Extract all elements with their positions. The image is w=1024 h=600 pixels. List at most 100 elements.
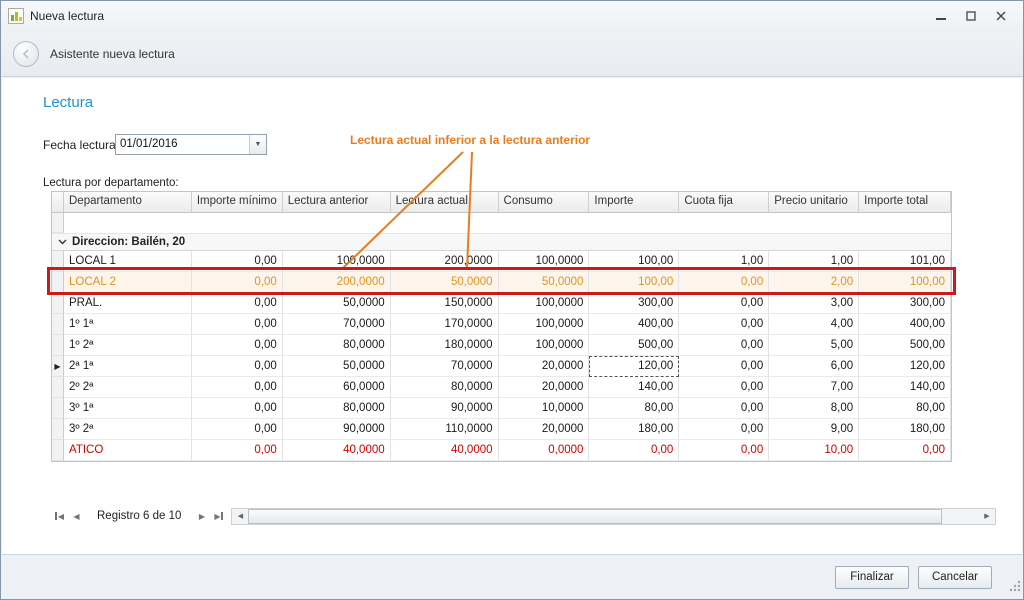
cell[interactable]: 9,00 xyxy=(769,419,859,440)
cell[interactable]: 7,00 xyxy=(769,377,859,398)
grid-group-row[interactable]: Direccion: Bailén, 20 xyxy=(52,234,951,251)
column-header-7[interactable]: Cuota fija xyxy=(679,192,769,213)
minimize-button[interactable] xyxy=(926,5,956,27)
cell[interactable]: 1º 1ª xyxy=(64,314,192,335)
cell[interactable]: 0,00 xyxy=(192,251,283,272)
cell[interactable]: 70,0000 xyxy=(283,314,391,335)
cell[interactable]: 90,0000 xyxy=(283,419,391,440)
column-header-1[interactable]: Departamento xyxy=(64,192,192,213)
cell[interactable]: 200,0000 xyxy=(283,272,391,293)
cell[interactable]: 0,00 xyxy=(679,440,769,461)
horizontal-scrollbar[interactable]: ◀ ▶ xyxy=(231,508,996,525)
cell[interactable]: 0,00 xyxy=(679,377,769,398)
cell[interactable]: 400,00 xyxy=(859,314,951,335)
cell[interactable]: 0,00 xyxy=(679,335,769,356)
column-header-5[interactable]: Consumo xyxy=(499,192,590,213)
cell[interactable]: 70,0000 xyxy=(391,356,499,377)
fecha-lectura-value[interactable]: 01/01/2016 xyxy=(116,135,249,154)
cell[interactable]: 0,00 xyxy=(679,356,769,377)
cell[interactable]: 100,0000 xyxy=(499,314,590,335)
cell[interactable]: 2ª 1ª xyxy=(64,356,192,377)
cell[interactable]: 50,0000 xyxy=(283,293,391,314)
cell[interactable]: 0,00 xyxy=(589,440,679,461)
first-record-button[interactable]: ◀ xyxy=(51,508,68,524)
cell[interactable]: 180,0000 xyxy=(391,335,499,356)
close-button[interactable] xyxy=(986,5,1016,27)
cell[interactable]: 100,0000 xyxy=(499,251,590,272)
cell[interactable]: 20,0000 xyxy=(499,419,590,440)
cell[interactable]: 50,0000 xyxy=(391,272,499,293)
cell[interactable]: PRAL. xyxy=(64,293,192,314)
cell[interactable]: 0,00 xyxy=(192,272,283,293)
cell[interactable]: 2,00 xyxy=(769,272,859,293)
cell[interactable]: 400,00 xyxy=(589,314,679,335)
cell[interactable]: 1,00 xyxy=(769,251,859,272)
cell[interactable]: 8,00 xyxy=(769,398,859,419)
cell[interactable]: 50,0000 xyxy=(283,356,391,377)
table-row[interactable]: 1º 1ª0,0070,0000170,0000100,0000400,000,… xyxy=(52,314,951,335)
cancelar-button[interactable]: Cancelar xyxy=(918,566,992,589)
cell[interactable]: 100,00 xyxy=(589,272,679,293)
cell[interactable]: 100,0000 xyxy=(499,293,590,314)
cell[interactable]: 90,0000 xyxy=(391,398,499,419)
cell[interactable]: 0,00 xyxy=(679,293,769,314)
cell[interactable]: 3º 1ª xyxy=(64,398,192,419)
cell[interactable]: 0,0000 xyxy=(499,440,590,461)
fecha-lectura-input[interactable]: 01/01/2016 ▼ xyxy=(115,134,267,155)
table-row[interactable]: ATICO0,0040,000040,00000,00000,000,0010,… xyxy=(52,440,951,461)
cell[interactable]: 5,00 xyxy=(769,335,859,356)
scroll-right-icon[interactable]: ▶ xyxy=(979,509,995,524)
cell[interactable]: 180,00 xyxy=(589,419,679,440)
cell[interactable]: 180,00 xyxy=(859,419,951,440)
table-row[interactable]: 3º 2ª0,0090,0000110,000020,0000180,000,0… xyxy=(52,419,951,440)
column-header-3[interactable]: Lectura anterior xyxy=(283,192,391,213)
cell[interactable]: 60,0000 xyxy=(283,377,391,398)
cell[interactable]: 20,0000 xyxy=(499,377,590,398)
column-header-6[interactable]: Importe xyxy=(589,192,679,213)
cell[interactable]: 40,0000 xyxy=(283,440,391,461)
column-header-4[interactable]: Lectura actual xyxy=(391,192,499,213)
prev-record-button[interactable]: ◀ xyxy=(68,508,85,524)
table-row[interactable]: ▶2ª 1ª0,0050,000070,000020,0000120,000,0… xyxy=(52,356,951,377)
cell[interactable]: 140,00 xyxy=(589,377,679,398)
chevron-down-icon[interactable]: ▼ xyxy=(249,135,266,154)
cell[interactable]: 300,00 xyxy=(859,293,951,314)
cell[interactable]: 10,00 xyxy=(769,440,859,461)
cell[interactable]: 0,00 xyxy=(679,272,769,293)
wizard-back-icon[interactable] xyxy=(13,41,39,67)
last-record-button[interactable]: ▶ xyxy=(210,508,227,524)
cell[interactable]: 20,0000 xyxy=(499,356,590,377)
cell[interactable]: 0,00 xyxy=(192,398,283,419)
cell[interactable]: 0,00 xyxy=(679,314,769,335)
cell[interactable]: 80,0000 xyxy=(283,398,391,419)
cell[interactable]: 0,00 xyxy=(192,440,283,461)
collapse-chevron-icon[interactable] xyxy=(58,239,67,245)
cell[interactable]: 0,00 xyxy=(859,440,951,461)
cell[interactable]: 0,00 xyxy=(679,398,769,419)
cell[interactable]: 3º 2ª xyxy=(64,419,192,440)
table-row[interactable]: 2º 2ª0,0060,000080,000020,0000140,000,00… xyxy=(52,377,951,398)
cell[interactable]: 80,00 xyxy=(589,398,679,419)
cell[interactable]: LOCAL 1 xyxy=(64,251,192,272)
cell[interactable]: 110,0000 xyxy=(391,419,499,440)
resize-grip[interactable] xyxy=(1008,579,1021,597)
table-row[interactable]: LOCAL 20,00200,000050,000050,0000100,000… xyxy=(52,272,951,293)
cell[interactable]: 2º 2ª xyxy=(64,377,192,398)
cell[interactable]: 100,00 xyxy=(589,251,679,272)
cell[interactable]: 0,00 xyxy=(192,377,283,398)
table-row[interactable]: LOCAL 10,00100,0000200,0000100,0000100,0… xyxy=(52,251,951,272)
table-row[interactable]: 1º 2ª0,0080,0000180,0000100,0000500,000,… xyxy=(52,335,951,356)
scrollbar-thumb[interactable] xyxy=(248,509,942,524)
cell[interactable]: 500,00 xyxy=(589,335,679,356)
cell[interactable]: 50,0000 xyxy=(499,272,590,293)
cell[interactable]: ATICO xyxy=(64,440,192,461)
cell[interactable]: LOCAL 2 xyxy=(64,272,192,293)
cell[interactable]: 4,00 xyxy=(769,314,859,335)
cell[interactable]: 170,0000 xyxy=(391,314,499,335)
cell[interactable]: 0,00 xyxy=(192,356,283,377)
cell[interactable]: 1º 2ª xyxy=(64,335,192,356)
cell[interactable]: 200,0000 xyxy=(391,251,499,272)
cell[interactable]: 0,00 xyxy=(679,419,769,440)
column-header-2[interactable]: Importe mínimo xyxy=(192,192,283,213)
table-row[interactable]: PRAL.0,0050,0000150,0000100,0000300,000,… xyxy=(52,293,951,314)
